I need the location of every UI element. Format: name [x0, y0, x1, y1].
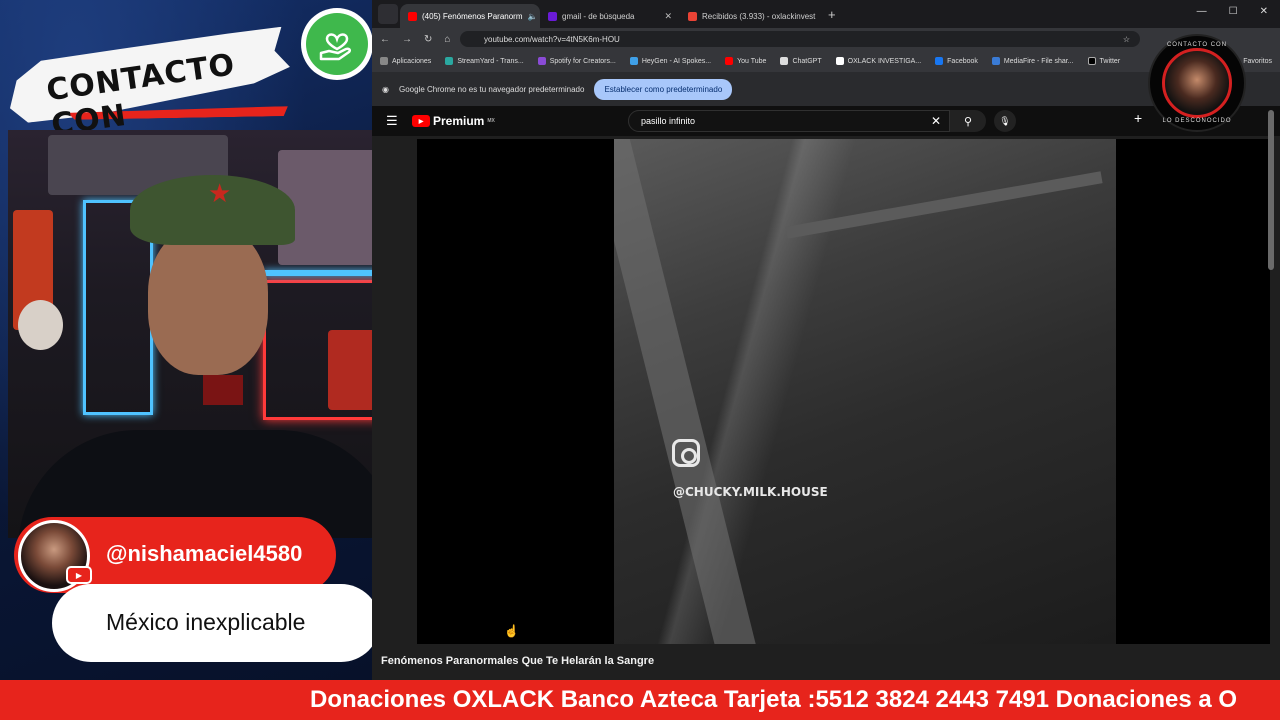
shirt-collar: [203, 375, 243, 405]
youtube-play-icon: ▶: [412, 115, 430, 127]
bookmark-label: Twitter: [1099, 57, 1121, 65]
chrome-icon: ◉: [382, 84, 389, 94]
infobar-message: Google Chrome no es tu navegador predete…: [398, 84, 585, 94]
reload-icon[interactable]: ↻: [424, 34, 432, 45]
channel-logo: CONTACTO CON LO DESCONOCIDO: [1148, 34, 1246, 132]
new-tab-button[interactable]: +: [820, 7, 844, 28]
star-icon: ★: [208, 178, 232, 208]
menu-icon[interactable]: ☰: [386, 113, 398, 129]
bookmark-label: Aplicaciones: [392, 57, 432, 65]
create-icon[interactable]: +: [1134, 110, 1142, 126]
tab-youtube[interactable]: (405) Fenómenos Paranorm 🔈 ✕: [400, 4, 540, 28]
bookmark-youtube[interactable]: You Tube: [725, 57, 766, 65]
bookmarks-bar: Aplicaciones StreamYard - Trans... Spoti…: [372, 50, 1280, 72]
comment-username: @nishamaciel4580: [106, 541, 303, 566]
browser-window: (405) Fenómenos Paranorm 🔈 ✕ gmail - de …: [372, 0, 1280, 680]
bookmark-label: ChatGPT: [792, 57, 822, 65]
contacto-banner: CONTACTO CON: [8, 30, 298, 143]
close-icon[interactable]: ✕: [664, 11, 672, 22]
bookmark-label: Spotify for Creators...: [549, 57, 616, 65]
host-portrait: [1162, 48, 1232, 118]
person-face: [148, 225, 268, 375]
url-text: youtube.com/watch?v=4tN5K6m-HOU: [484, 34, 620, 44]
bookmark-label: MediaFire - File shar...: [1003, 57, 1074, 65]
bookmark-label: Facebook: [947, 57, 978, 65]
tab-strip: (405) Fenómenos Paranorm 🔈 ✕ gmail - de …: [372, 0, 1280, 28]
bookmark-label: Favoritos: [1243, 57, 1272, 65]
speaker-icon[interactable]: 🔈: [528, 12, 538, 21]
window-controls: — ☐ ✕: [1197, 6, 1268, 17]
webcam-feed: ★: [8, 130, 417, 538]
video-frame[interactable]: @CHUCKY.MILK.HOUSE: [614, 139, 1116, 644]
forward-icon[interactable]: →: [402, 34, 412, 45]
ticker-text: Donaciones OXLACK Banco Azteca Tarjeta :…: [310, 686, 1238, 713]
tab-search-icon[interactable]: [378, 4, 398, 24]
shelf-shadow: [785, 171, 1103, 239]
video-player[interactable]: @CHUCKY.MILK.HOUSE: [417, 139, 1270, 644]
tab-inbox[interactable]: Recibidos (3.933) - oxlackinvest ✕: [680, 4, 820, 28]
tab-label: gmail - de búsqueda: [562, 11, 635, 21]
tab-gmail-search[interactable]: gmail - de búsqueda ✕: [540, 4, 680, 28]
default-browser-infobar: ◉ Google Chrome no es tu navegador prede…: [372, 72, 1280, 106]
address-bar[interactable]: youtube.com/watch?v=4tN5K6m-HOU ☆: [460, 31, 1140, 47]
bookmark-favorites[interactable]: Favoritos: [1243, 58, 1272, 65]
bookmark-facebook[interactable]: Facebook: [935, 57, 978, 65]
search-input[interactable]: pasillo infinito ✕: [628, 110, 950, 132]
bookmark-label: You Tube: [737, 57, 767, 65]
red-box: [328, 330, 378, 410]
bookmark-apps[interactable]: Aplicaciones: [380, 57, 431, 65]
instagram-handle: @CHUCKY.MILK.HOUSE: [673, 485, 828, 499]
logo-region: MX: [487, 118, 495, 124]
mouse-cursor-icon: ☝: [504, 624, 519, 638]
back-icon[interactable]: ←: [380, 34, 390, 45]
maximize-icon[interactable]: ☐: [1229, 6, 1238, 17]
youtube-premium-logo[interactable]: ▶ Premium MX: [412, 114, 495, 128]
bookmark-heygen[interactable]: HeyGen - AI Spokes...: [629, 57, 712, 65]
heart-hand-icon: [301, 8, 373, 80]
door-frame: [614, 139, 759, 644]
donation-ticker: Donaciones OXLACK Banco Azteca Tarjeta :…: [0, 680, 1280, 720]
instagram-icon: [672, 439, 700, 467]
bookmark-label: StreamYard - Trans...: [457, 57, 524, 65]
bookmark-label: OXLACK INVESTIGA...: [847, 57, 922, 65]
youtube-icon: ▶: [66, 566, 92, 584]
bookmark-oxlack[interactable]: OXLACK INVESTIGA...: [835, 57, 922, 65]
bookmark-streamyard[interactable]: StreamYard - Trans...: [445, 57, 524, 65]
set-default-button[interactable]: Establecer como predeterminado: [594, 78, 733, 100]
microphone-icon[interactable]: 🎙: [994, 110, 1016, 132]
tab-label: (405) Fenómenos Paranorm: [422, 11, 523, 21]
logo-text: Premium: [433, 114, 485, 128]
youtube-icon: [408, 11, 417, 21]
bookmark-chatgpt[interactable]: ChatGPT: [780, 57, 822, 65]
logo-text-top: CONTACTO CON: [1166, 42, 1228, 48]
minimize-icon[interactable]: —: [1197, 6, 1207, 17]
logo-text-bottom: LO DESCONOCIDO: [1162, 118, 1232, 124]
skull-figure: [18, 300, 63, 350]
home-icon[interactable]: ⌂: [444, 34, 450, 45]
page-scrollbar[interactable]: [1268, 110, 1274, 270]
bookmark-spotify[interactable]: Spotify for Creators...: [537, 57, 616, 65]
bookmark-label: HeyGen - AI Spokes...: [641, 57, 712, 65]
tab-label: Recibidos (3.933) - oxlackinvest: [702, 11, 816, 21]
gmail-icon: [688, 11, 697, 21]
yahoo-icon: [548, 11, 557, 21]
bookmark-mediafire[interactable]: MediaFire - File shar...: [991, 57, 1074, 65]
search-query: pasillo infinito: [641, 116, 696, 126]
close-window-icon[interactable]: ✕: [1260, 6, 1268, 17]
comment-text: México inexplicable: [106, 609, 306, 635]
bookmark-twitter[interactable]: Twitter: [1087, 57, 1121, 65]
search-icon[interactable]: ⚲: [950, 110, 986, 132]
clear-search-icon[interactable]: ✕: [931, 114, 941, 128]
video-title: Fenómenos Paranormales Que Te Helarán la…: [381, 655, 655, 667]
bookmark-star-icon[interactable]: ☆: [1123, 35, 1130, 44]
